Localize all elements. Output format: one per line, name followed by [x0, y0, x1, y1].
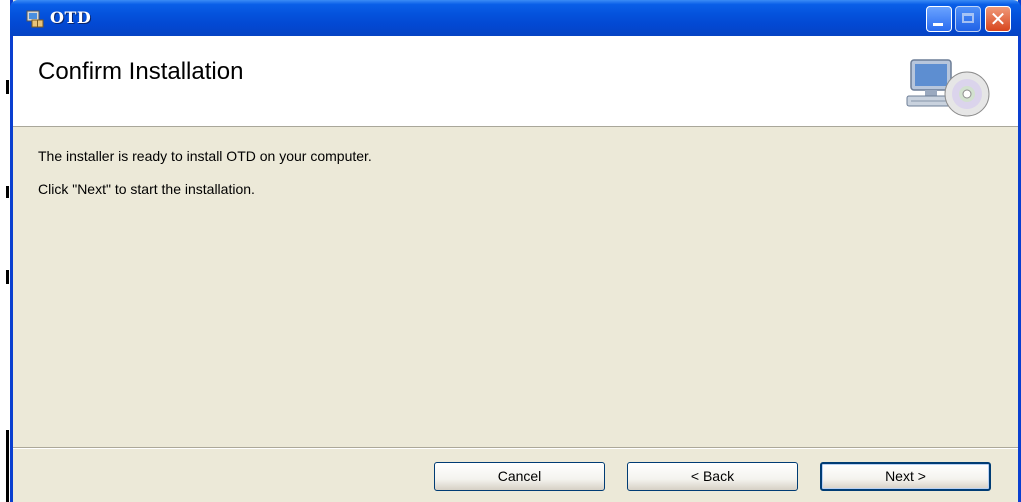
- desktop-artifact: [6, 80, 9, 94]
- title-bar[interactable]: OTD ✕: [10, 0, 1021, 36]
- close-button[interactable]: ✕: [985, 6, 1011, 32]
- instruction-message: Click "Next" to start the installation.: [38, 181, 255, 197]
- ready-message: The installer is ready to install OTD on…: [38, 148, 372, 164]
- dialog-header: Confirm Installation: [13, 36, 1018, 127]
- minimize-button[interactable]: [926, 6, 952, 32]
- installer-window: OTD ✕ Confirm Installation The installer…: [10, 0, 1021, 502]
- desktop-background: [0, 0, 10, 502]
- footer-divider: [13, 447, 1018, 449]
- minimize-icon: [933, 23, 943, 26]
- installer-package-icon: [26, 10, 44, 28]
- close-icon: ✕: [989, 7, 1007, 31]
- page-title: Confirm Installation: [38, 58, 244, 85]
- desktop-artifact: [6, 186, 9, 198]
- computer-cd-icon: [906, 59, 990, 117]
- next-button[interactable]: Next >: [820, 462, 991, 491]
- desktop-artifact: [6, 430, 9, 502]
- maximize-button[interactable]: [955, 6, 981, 32]
- window-title: OTD: [50, 8, 92, 27]
- cancel-button[interactable]: Cancel: [434, 462, 605, 491]
- back-button[interactable]: < Back: [627, 462, 798, 491]
- desktop-artifact: [6, 270, 9, 284]
- maximize-icon: [962, 13, 974, 23]
